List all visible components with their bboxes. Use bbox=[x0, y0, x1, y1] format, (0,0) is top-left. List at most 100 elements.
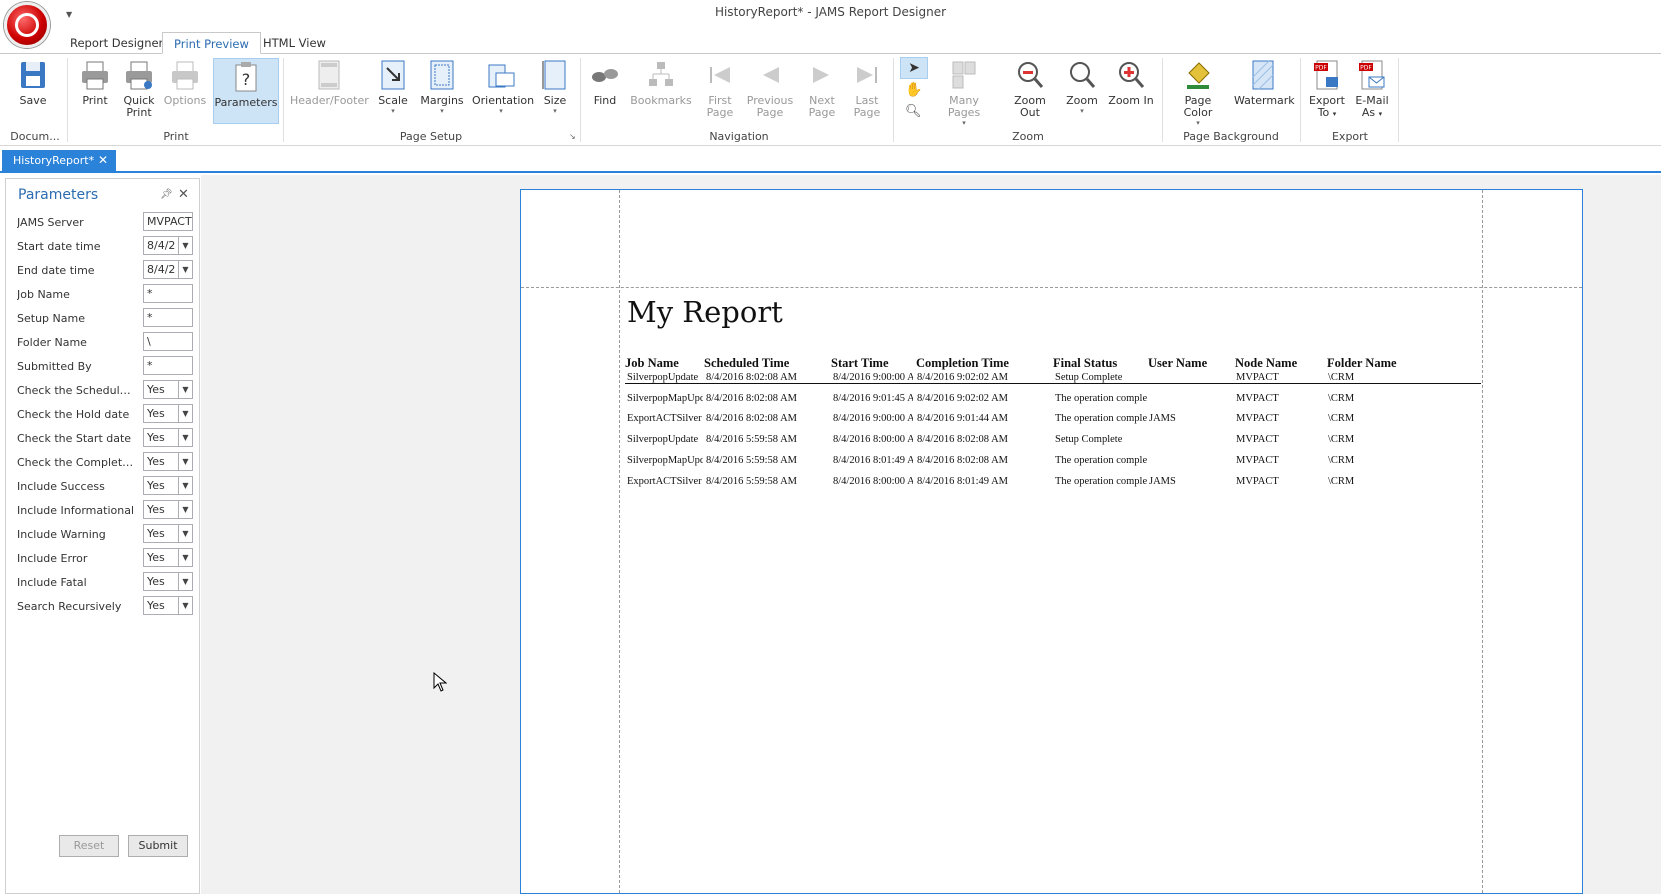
size-button[interactable]: Size ▾ bbox=[538, 57, 572, 115]
parameter-select[interactable]: 8/4/2 ▼ bbox=[143, 236, 193, 255]
last-page-button[interactable]: Last Page bbox=[849, 57, 885, 119]
parameter-value: Yes bbox=[147, 599, 165, 612]
parameter-value: Yes bbox=[147, 503, 165, 516]
parameter-input[interactable]: MVPACT bbox=[143, 212, 193, 231]
quick-print-button[interactable]: Quick Print bbox=[119, 57, 159, 119]
print-button[interactable]: Print bbox=[76, 57, 114, 107]
table-cell: 8/4/2016 9:02:02 AM bbox=[917, 372, 1009, 383]
binoculars-icon bbox=[592, 69, 618, 82]
close-panel-icon[interactable]: ✕ bbox=[178, 187, 189, 202]
first-page-button[interactable]: First Page bbox=[702, 57, 738, 119]
chevron-down-icon[interactable]: ▼ bbox=[178, 597, 192, 614]
parameter-label: Include Warning bbox=[17, 528, 106, 541]
header-footer-icon bbox=[318, 60, 340, 90]
chevron-down-icon[interactable]: ▼ bbox=[178, 453, 192, 470]
previous-page-button[interactable]: Previous Page bbox=[746, 57, 794, 119]
parameter-label: Include Error bbox=[17, 552, 88, 565]
table-cell: The operation comple bbox=[1055, 413, 1147, 425]
margins-icon bbox=[430, 60, 454, 90]
zoom-out-button[interactable]: Zoom Out bbox=[1003, 57, 1057, 119]
margins-button[interactable]: Margins ▾ bbox=[419, 57, 465, 115]
parameter-input[interactable]: \ bbox=[143, 332, 193, 351]
parameter-value: 8/4/2 bbox=[147, 239, 176, 252]
parameter-select[interactable]: Yes ▼ bbox=[143, 380, 193, 399]
parameter-row: Check the Hold date Yes ▼ bbox=[17, 404, 197, 426]
document-tab-historyreport[interactable]: HistoryReport* ✕ bbox=[2, 150, 116, 171]
bookmarks-tree-icon bbox=[649, 62, 673, 86]
parameter-label: End date time bbox=[17, 264, 95, 277]
save-button[interactable]: Save bbox=[14, 57, 52, 107]
printer-icon bbox=[82, 61, 108, 90]
chevron-down-icon[interactable]: ▼ bbox=[178, 549, 192, 566]
group-zoom: Zoom bbox=[1012, 130, 1044, 143]
chevron-down-icon[interactable]: ▼ bbox=[178, 525, 192, 542]
chevron-down-icon[interactable]: ▼ bbox=[178, 261, 192, 278]
chevron-down-icon[interactable]: ▼ bbox=[178, 381, 192, 398]
many-pages-button[interactable]: Many Pages ▾ bbox=[932, 57, 996, 127]
zoom-button[interactable]: Zoom ▾ bbox=[1064, 57, 1100, 115]
parameter-input[interactable]: * bbox=[143, 284, 193, 303]
parameter-row: Include Fatal Yes ▼ bbox=[17, 572, 197, 594]
pin-icon[interactable]: 📌︎ bbox=[160, 189, 173, 200]
tab-print-preview[interactable]: Print Preview bbox=[162, 32, 261, 54]
close-tab-icon[interactable]: ✕ bbox=[98, 150, 108, 171]
table-cell: MVPACT bbox=[1236, 413, 1279, 425]
report-column-header: Final Status bbox=[1053, 356, 1118, 370]
email-as-button[interactable]: PDF E-Mail As ▾ bbox=[1353, 57, 1391, 120]
next-page-button[interactable]: Next Page bbox=[804, 57, 840, 119]
report-column-header: Job Name bbox=[625, 356, 679, 370]
pointer-tool-icon[interactable]: ➤ bbox=[900, 57, 928, 79]
chevron-down-icon[interactable]: ▼ bbox=[178, 501, 192, 518]
table-cell: 8/4/2016 5:59:58 AM bbox=[706, 454, 798, 466]
chevron-down-icon[interactable]: ▼ bbox=[178, 573, 192, 590]
last-page-icon bbox=[857, 67, 877, 83]
reset-button[interactable]: Reset bbox=[59, 835, 119, 857]
parameter-select[interactable]: Yes ▼ bbox=[143, 548, 193, 567]
watermark-button[interactable]: Watermark bbox=[1234, 57, 1295, 107]
parameter-select[interactable]: Yes ▼ bbox=[143, 476, 193, 495]
parameter-select[interactable]: Yes ▼ bbox=[143, 596, 193, 615]
submit-button[interactable]: Submit bbox=[128, 835, 188, 857]
table-cell: 8/4/2016 8:01:49 AM bbox=[917, 475, 1009, 487]
first-page-icon bbox=[710, 67, 730, 83]
page-setup-dialog-launcher-icon[interactable]: ↘ bbox=[569, 132, 576, 141]
chevron-down-icon[interactable]: ▼ bbox=[178, 429, 192, 446]
tab-html-view[interactable]: HTML View bbox=[252, 32, 337, 54]
hand-tool-icon[interactable]: ✋ bbox=[905, 82, 922, 98]
parameters-button[interactable]: ? Parameters bbox=[213, 58, 279, 124]
scale-button[interactable]: Scale ▾ bbox=[375, 57, 411, 115]
chevron-down-icon[interactable]: ▼ bbox=[178, 405, 192, 422]
parameter-select[interactable]: Yes ▼ bbox=[143, 524, 193, 543]
chevron-down-icon[interactable]: ▼ bbox=[178, 237, 192, 254]
magnifier-tool-icon[interactable]: 🔍︎ bbox=[905, 104, 922, 119]
export-to-button[interactable]: PDF Export To ▾ bbox=[1308, 57, 1346, 120]
parameter-value: 8/4/2 bbox=[147, 263, 176, 276]
parameters-panel: Parameters 📌︎ ✕ JAMS Server MVPACT Start d… bbox=[5, 178, 200, 894]
table-cell: MVPACT bbox=[1236, 392, 1279, 404]
find-button[interactable]: Find bbox=[588, 57, 622, 107]
parameter-value: Yes bbox=[147, 407, 165, 420]
ribbon: Save Docum... Print Quick Print Options … bbox=[0, 53, 1661, 146]
parameter-label: Include Informational bbox=[17, 504, 135, 517]
parameter-label: Start date time bbox=[17, 240, 101, 253]
tab-report-designer[interactable]: Report Designer bbox=[59, 32, 174, 54]
zoom-in-button[interactable]: Zoom In bbox=[1108, 57, 1154, 107]
options-button[interactable]: Options bbox=[163, 57, 207, 107]
parameter-row: JAMS Server MVPACT bbox=[17, 212, 197, 234]
parameter-select[interactable]: Yes ▼ bbox=[143, 500, 193, 519]
parameter-select[interactable]: Yes ▼ bbox=[143, 404, 193, 423]
page-color-button[interactable]: Page Color ▾ bbox=[1170, 57, 1226, 127]
parameter-input[interactable]: * bbox=[143, 308, 193, 327]
parameter-input[interactable]: * bbox=[143, 356, 193, 375]
parameter-select[interactable]: Yes ▼ bbox=[143, 452, 193, 471]
parameter-select[interactable]: Yes ▼ bbox=[143, 572, 193, 591]
header-footer-button[interactable]: Header/Footer bbox=[290, 57, 369, 107]
export-pdf-icon: PDF bbox=[1314, 60, 1338, 90]
report-column-header: User Name bbox=[1148, 356, 1208, 370]
orientation-button[interactable]: Orientation ▾ bbox=[472, 57, 534, 115]
parameter-select[interactable]: 8/4/2 ▼ bbox=[143, 260, 193, 279]
parameter-select[interactable]: Yes ▼ bbox=[143, 428, 193, 447]
bookmarks-button[interactable]: Bookmarks bbox=[630, 57, 692, 107]
table-cell: The operation comple bbox=[1055, 392, 1147, 404]
chevron-down-icon[interactable]: ▼ bbox=[178, 477, 192, 494]
